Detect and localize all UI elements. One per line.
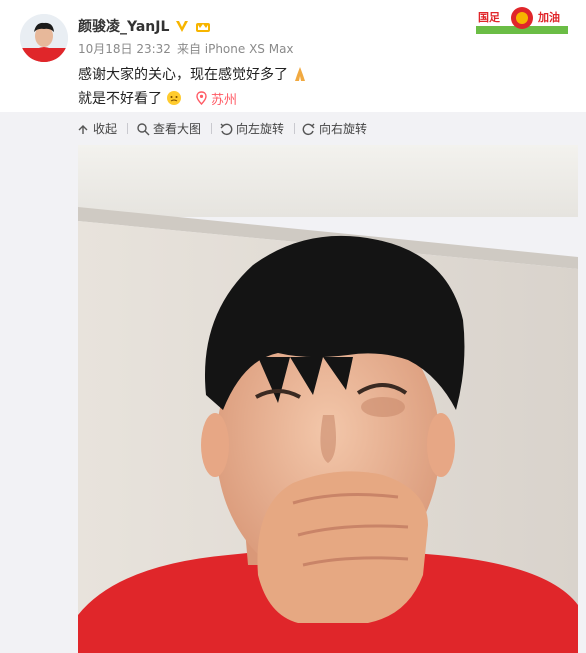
emoji-icon bbox=[166, 90, 182, 106]
badge-left-text: 国足 bbox=[478, 11, 501, 24]
verified-icon bbox=[175, 19, 189, 33]
rotate-left-icon bbox=[219, 122, 233, 136]
badge-right-text: 加油 bbox=[537, 10, 560, 24]
crown-icon[interactable] bbox=[195, 19, 211, 33]
team-badge: 国足 加油 bbox=[476, 4, 568, 34]
rotate-right-icon bbox=[302, 122, 316, 136]
rotate-right-label: 向右旋转 bbox=[319, 122, 368, 136]
location-link[interactable]: 苏州 bbox=[196, 89, 237, 108]
post-meta: 10月18日 23:32 来自 iPhone XS Max bbox=[78, 40, 294, 57]
post-text: 就是不好看了 bbox=[78, 91, 162, 107]
image-toolbar: 收起 查看大图 向左旋转 向右旋转 bbox=[0, 112, 586, 145]
avatar[interactable] bbox=[20, 14, 68, 62]
post-source: 来自 iPhone XS Max bbox=[176, 42, 294, 56]
collapse-label: 收起 bbox=[93, 122, 118, 136]
rotate-left-button[interactable]: 向左旋转 bbox=[219, 120, 284, 137]
post-photo[interactable] bbox=[78, 145, 578, 653]
view-large-button[interactable]: 查看大图 bbox=[136, 120, 201, 137]
divider bbox=[294, 123, 295, 134]
divider bbox=[127, 123, 128, 134]
collapse-button[interactable]: 收起 bbox=[76, 120, 117, 137]
rotate-left-label: 向左旋转 bbox=[236, 122, 285, 136]
collapse-icon bbox=[76, 122, 90, 136]
post-text-line2: 就是不好看了 苏州 bbox=[78, 88, 237, 108]
rotate-right-button[interactable]: 向右旋转 bbox=[302, 120, 367, 137]
zoom-icon bbox=[136, 122, 150, 136]
pin-icon bbox=[196, 91, 207, 105]
post-date[interactable]: 10月18日 23:32 bbox=[78, 40, 171, 57]
post-text: 感谢大家的关心，现在感觉好多了 bbox=[78, 67, 288, 83]
post-text-line1: 感谢大家的关心，现在感觉好多了 bbox=[78, 64, 308, 84]
location-label: 苏州 bbox=[211, 92, 238, 108]
post-header: 颜骏凌_YanJL 10月18日 23:32 来自 iPhone XS Max … bbox=[0, 0, 586, 112]
pray-icon bbox=[292, 66, 308, 82]
username[interactable]: 颜骏凌_YanJL bbox=[78, 16, 169, 36]
photo-area bbox=[0, 145, 586, 653]
view-large-label: 查看大图 bbox=[153, 122, 202, 136]
divider bbox=[211, 123, 212, 134]
